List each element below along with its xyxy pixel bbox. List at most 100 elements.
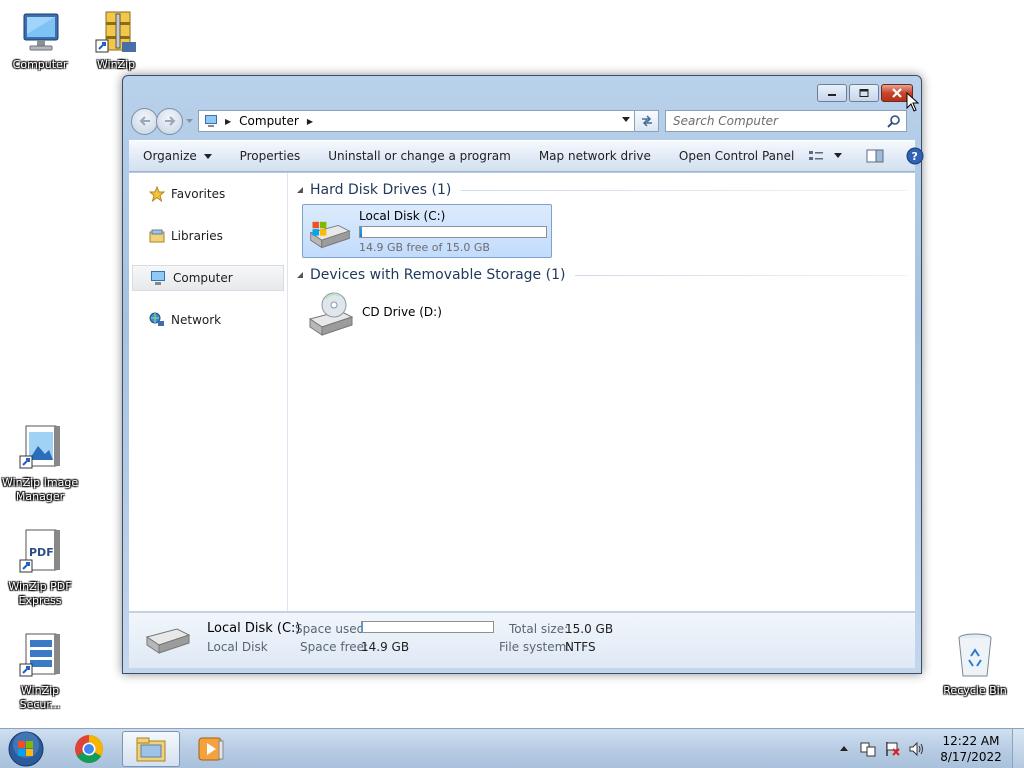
computer-icon — [205, 115, 217, 127]
breadcrumb-separator-icon[interactable]: ▶ — [307, 117, 313, 126]
network-tray-button[interactable] — [858, 741, 878, 757]
action-center-button[interactable] — [882, 741, 902, 757]
back-button[interactable] — [131, 107, 158, 135]
desktop-icon-winzip-pdf-express[interactable]: PDF WinZip PDF Express — [0, 528, 80, 608]
capacity-bar — [359, 226, 547, 238]
address-bar[interactable]: ▶ Computer ▶ — [198, 110, 635, 132]
minimize-icon — [828, 94, 836, 96]
open-control-panel-button[interactable]: Open Control Panel — [665, 144, 808, 168]
nav-item-favorites[interactable]: Favorites — [129, 181, 287, 207]
chevron-down-icon — [203, 154, 212, 159]
nav-item-libraries[interactable]: Libraries — [129, 223, 287, 249]
organize-label: Organize — [143, 149, 197, 163]
properties-button[interactable]: Properties — [226, 144, 315, 168]
desktop-icon-label: Recycle Bin — [943, 684, 1007, 697]
search-placeholder: Search Computer — [673, 114, 778, 128]
forward-arrow-icon — [164, 116, 175, 126]
desktop-icon-label: Computer — [12, 58, 68, 71]
preview-pane-icon[interactable] — [866, 149, 884, 163]
drive-local-disk-c[interactable]: Local Disk (C:) 14.9 GB free of 15.0 GB — [302, 204, 552, 258]
cd-drive-icon — [308, 292, 354, 336]
maximize-button[interactable] — [849, 84, 879, 102]
refresh-button[interactable] — [635, 110, 659, 132]
chevron-down-icon[interactable] — [834, 153, 843, 159]
window-controls — [817, 84, 913, 102]
desktop-icon-winzip-secure[interactable]: WinZip Secur... — [0, 632, 80, 712]
start-button[interactable] — [6, 730, 46, 768]
content-pane: Hard Disk Drives (1) Local Disk (C:) 14.… — [288, 173, 915, 611]
nav-item-label: Favorites — [171, 187, 226, 201]
desktop-icon-label: WinZip Secur... — [19, 684, 61, 711]
action-center-flag-icon — [886, 742, 900, 756]
chrome-icon — [75, 735, 103, 763]
nav-item-label: Network — [171, 313, 222, 327]
desktop-icon-winzip-image-manager[interactable]: WinZip Image Manager — [0, 424, 80, 504]
uninstall-program-button[interactable]: Uninstall or change a program — [314, 144, 525, 168]
file-system-label: File system: — [499, 640, 571, 654]
desktop-icon-recycle-bin[interactable]: Recycle Bin — [935, 632, 1015, 698]
drive-cd-drive-d[interactable]: CD Drive (D:) — [302, 289, 552, 343]
volume-button[interactable] — [906, 741, 926, 757]
computer-icon — [23, 13, 59, 51]
media-player-icon — [198, 737, 224, 761]
system-tray: 12:22 AM 8/17/2022 — [834, 729, 1024, 768]
folder-icon — [136, 737, 166, 762]
explorer-window: ▶ Computer ▶ Search Computer Organize Pr… — [122, 75, 924, 674]
forward-button[interactable] — [156, 107, 183, 135]
collapse-triangle-icon — [297, 272, 303, 278]
space-free-label: Space free: — [300, 640, 369, 654]
capacity-bar-fill — [360, 227, 362, 237]
desktop-icon-computer[interactable]: Computer — [0, 8, 80, 72]
nav-item-label: Computer — [173, 271, 233, 285]
nav-item-label: Libraries — [171, 229, 223, 243]
search-input[interactable]: Search Computer — [665, 110, 907, 132]
chevron-down-icon[interactable] — [622, 117, 630, 123]
space-used-label: Space used: — [295, 622, 369, 636]
show-hidden-icons-button[interactable] — [834, 746, 854, 752]
drive-info: Local Disk (C:) 14.9 GB free of 15.0 GB — [359, 209, 547, 254]
desktop-icon-label: WinZip — [96, 58, 136, 71]
view-controls: ? — [808, 147, 932, 165]
taskbar-chrome[interactable] — [60, 731, 118, 767]
breadcrumb-computer[interactable]: Computer — [239, 114, 299, 128]
recent-pages-dropdown[interactable] — [184, 116, 194, 126]
chevron-up-icon — [840, 746, 848, 751]
show-desktop-button[interactable] — [1012, 729, 1024, 768]
total-size-value: 15.0 GB — [565, 622, 614, 636]
network-icon — [149, 312, 164, 326]
help-icon[interactable]: ? — [906, 147, 924, 165]
space-used-bar — [361, 621, 494, 633]
hard-drive-icon — [309, 221, 351, 249]
group-divider — [461, 189, 907, 191]
winzip-icon — [95, 11, 136, 53]
drive-name: Local Disk (C:) — [359, 209, 446, 223]
taskbar-media-player[interactable] — [182, 731, 240, 767]
nav-item-network[interactable]: Network — [129, 307, 287, 333]
change-view-icon[interactable] — [808, 149, 824, 163]
windows-logo-icon — [8, 731, 44, 767]
address-row: ▶ Computer ▶ Search Computer — [131, 107, 913, 135]
details-pane: Local Disk (C:) Local Disk Space used: S… — [129, 612, 915, 668]
recycle-bin-icon — [958, 633, 992, 677]
drive-free-space: 14.9 GB free of 15.0 GB — [359, 241, 490, 254]
command-bar: Organize Properties Uninstall or change … — [129, 140, 924, 172]
taskbar: 12:22 AM 8/17/2022 — [0, 728, 1024, 768]
back-arrow-icon — [139, 116, 150, 126]
clock[interactable]: 12:22 AM 8/17/2022 — [936, 733, 1006, 765]
clock-date: 8/17/2022 — [940, 750, 1002, 764]
group-header-removable-storage[interactable]: Devices with Removable Storage (1) — [296, 264, 907, 286]
map-network-drive-button[interactable]: Map network drive — [525, 144, 665, 168]
organize-button[interactable]: Organize — [129, 144, 226, 168]
desktop-icon-winzip[interactable]: WinZip — [76, 8, 156, 72]
speaker-icon — [909, 741, 923, 757]
taskbar-explorer[interactable] — [122, 731, 180, 767]
nav-item-computer[interactable]: Computer — [132, 265, 284, 291]
navigation-pane: Favorites Libraries Computer Network — [129, 173, 288, 611]
minimize-button[interactable] — [817, 84, 847, 102]
details-name: Local Disk (C:) — [207, 621, 301, 636]
libraries-icon — [149, 229, 165, 243]
winzip-secure-icon — [19, 633, 60, 677]
group-header-hard-disk-drives[interactable]: Hard Disk Drives (1) — [296, 179, 907, 201]
breadcrumb-separator-icon[interactable]: ▶ — [225, 117, 231, 126]
close-icon — [892, 88, 902, 98]
